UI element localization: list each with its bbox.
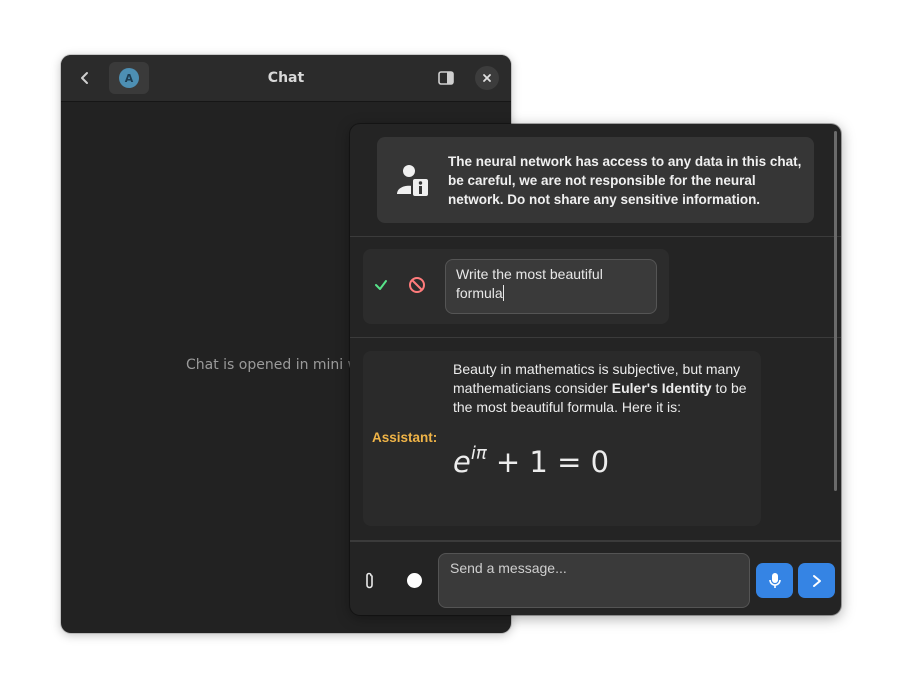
sidebar-toggle-button[interactable] [434,67,458,89]
divider [350,236,841,237]
close-button[interactable] [475,66,499,90]
window-title: Chat [267,70,305,86]
send-button[interactable] [798,563,835,598]
formula-exponent: iπ [470,443,487,464]
user-info-icon [397,165,430,198]
cancel-edit-button[interactable] [407,275,427,295]
microphone-icon [768,572,781,588]
avatar-button[interactable]: A [109,62,149,94]
paperclip-icon [366,572,373,589]
message-input[interactable]: Send a message... [438,553,750,608]
sidebar-toggle-icon [438,71,454,85]
cancel-icon [409,277,425,293]
edit-message-field[interactable]: Write the most beautiful formula [445,259,657,314]
divider [350,540,841,542]
assistant-message: Assistant: Beauty in mathematics is subj… [363,351,761,526]
back-button[interactable] [71,64,99,92]
attach-button[interactable] [364,571,376,591]
euler-formula: eiπ + 1 = 0 [453,443,609,479]
formula-base: e [453,445,471,479]
close-icon [483,74,491,82]
user-message-edit: Write the most beautiful formula [363,249,669,324]
assistant-label: Assistant: [372,430,438,445]
checkmark-icon [375,280,387,290]
avatar: A [119,68,139,88]
assistant-text-bold: Euler's Identity [611,380,712,396]
record-icon[interactable] [407,573,422,588]
formula-rest: + 1 = 0 [495,445,610,479]
divider [350,337,841,338]
text-caret [502,285,504,301]
mini-window-note: Chat is opened in mini wi [186,357,363,373]
scrollbar[interactable] [834,131,837,491]
edit-message-text: Write the most beautiful formula [456,266,603,301]
mini-chat-window: The neural network has access to any dat… [350,124,841,615]
assistant-text: Beauty in mathematics is subjective, but… [453,360,758,417]
confirm-edit-button[interactable] [371,275,391,295]
privacy-warning: The neural network has access to any dat… [377,137,814,223]
back-icon [81,72,88,84]
warning-text: The neural network has access to any dat… [448,154,802,207]
microphone-button[interactable] [756,563,793,598]
send-arrow-icon [812,574,821,587]
main-header-bar: A Chat [61,55,511,102]
